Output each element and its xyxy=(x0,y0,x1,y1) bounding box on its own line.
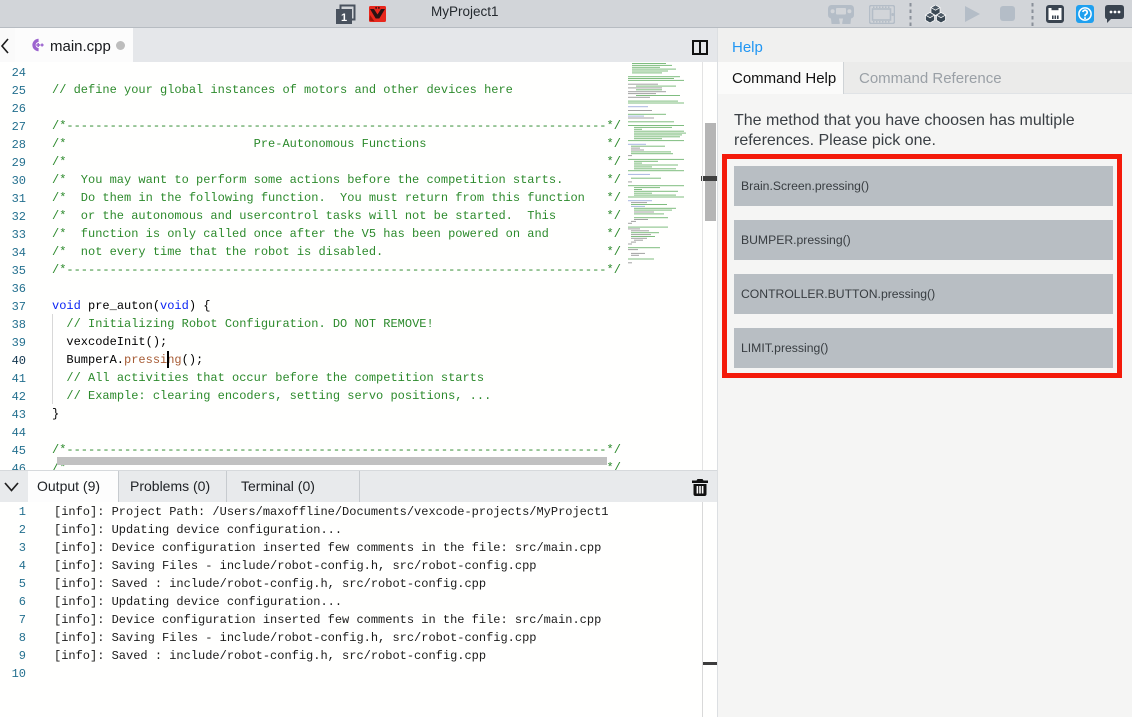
svg-text:1: 1 xyxy=(341,12,347,24)
